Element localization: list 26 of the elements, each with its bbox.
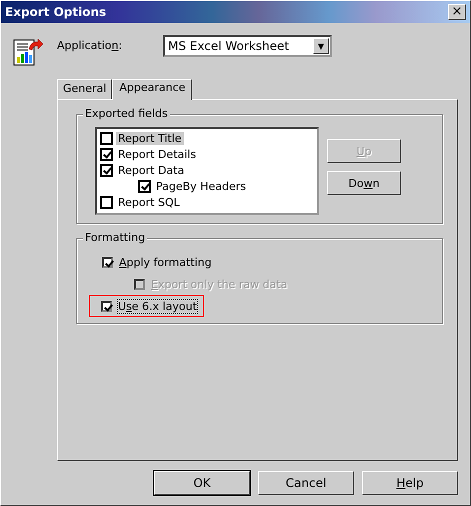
checkbox[interactable] — [101, 300, 112, 312]
group-title: Exported fields — [83, 107, 170, 120]
tab[interactable]: Appearance — [112, 79, 192, 100]
checkbox[interactable] — [101, 132, 112, 144]
checkbox[interactable] — [101, 196, 112, 208]
cancel-button[interactable]: Cancel — [258, 471, 354, 495]
list-item[interactable]: Report Data — [116, 164, 186, 176]
checkbox[interactable] — [139, 180, 150, 192]
checkbox[interactable] — [102, 256, 113, 268]
application-label: Application: — [57, 39, 124, 52]
list-item[interactable]: Report Title — [116, 132, 184, 144]
close-button[interactable]: × — [448, 4, 466, 20]
list-item[interactable]: Report Details — [116, 148, 198, 160]
checkbox[interactable] — [101, 164, 112, 176]
list-item[interactable]: PageBy Headers — [154, 180, 248, 192]
down-button[interactable]: Down — [327, 171, 401, 195]
checkbox-label[interactable]: Apply formatting — [119, 256, 212, 268]
help-button[interactable]: Help — [362, 471, 458, 495]
application-dropdown[interactable]: MS Excel Worksheet ▼ — [163, 35, 332, 57]
ok-button[interactable]: OK — [154, 471, 250, 495]
window-title: Export Options — [5, 5, 106, 19]
checkbox-label[interactable]: Use 6.x layout — [118, 300, 197, 312]
list-item[interactable]: Report SQL — [116, 196, 182, 208]
checkbox[interactable] — [101, 148, 112, 160]
chart-export-icon — [13, 37, 43, 67]
group-title: Formatting — [83, 231, 148, 244]
